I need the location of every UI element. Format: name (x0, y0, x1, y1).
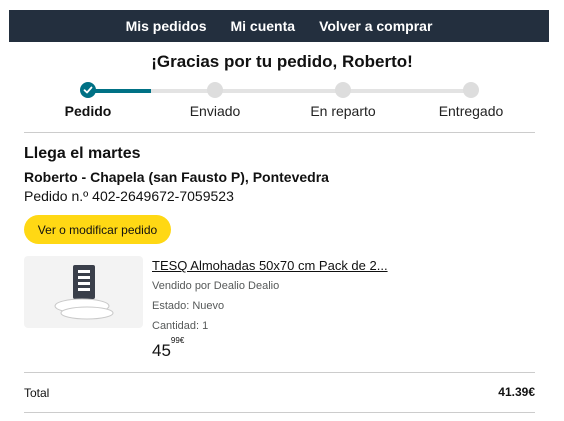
product-quantity: Cantidad: 1 (152, 320, 209, 332)
product-title-link[interactable]: TESQ Almohadas 50x70 cm Pack de 2... (152, 258, 388, 273)
step-label-ordered: Pedido (64, 103, 112, 119)
top-navigation-bar: Mis pedidos Mi cuenta Volver a comprar (9, 10, 549, 42)
step-label-shipped: Enviado (189, 103, 241, 119)
product-condition: Estado: Nuevo (152, 300, 225, 312)
order-number: Pedido n.º 402-2649672-7059523 (24, 188, 234, 204)
total-label: Total (24, 386, 50, 400)
price-fraction: 99€ (170, 336, 185, 346)
view-modify-order-button[interactable]: Ver o modificar pedido (24, 215, 171, 244)
divider (24, 372, 535, 373)
step-dot-ordered (80, 82, 96, 98)
shipping-address: Roberto - Chapela (san Fausto P), Pontev… (24, 169, 329, 185)
step-dot-out-for-delivery (335, 82, 351, 98)
product-seller: Vendido por Dealio Dealio (152, 280, 280, 292)
progress-fill (88, 89, 151, 93)
step-label-delivered: Entregado (438, 103, 504, 119)
divider (24, 412, 535, 413)
step-dot-shipped (207, 82, 223, 98)
pillow-product-icon (54, 265, 113, 320)
delivery-date-heading: Llega el martes (24, 145, 141, 162)
product-image[interactable] (24, 256, 143, 328)
product-price: 4599€ (152, 336, 184, 361)
checkmark-icon (83, 86, 93, 94)
order-greeting-heading: ¡Gracias por tu pedido, Roberto! (151, 52, 413, 71)
total-value: 41.39€ (498, 385, 535, 399)
price-whole: 45 (152, 341, 171, 360)
step-dot-delivered (463, 82, 479, 98)
step-label-out-for-delivery: En reparto (310, 103, 376, 119)
divider (24, 132, 535, 133)
nav-link-my-orders[interactable]: Mis pedidos (126, 18, 207, 34)
nav-link-my-account[interactable]: Mi cuenta (230, 18, 295, 34)
nav-link-buy-again[interactable]: Volver a comprar (319, 18, 432, 34)
